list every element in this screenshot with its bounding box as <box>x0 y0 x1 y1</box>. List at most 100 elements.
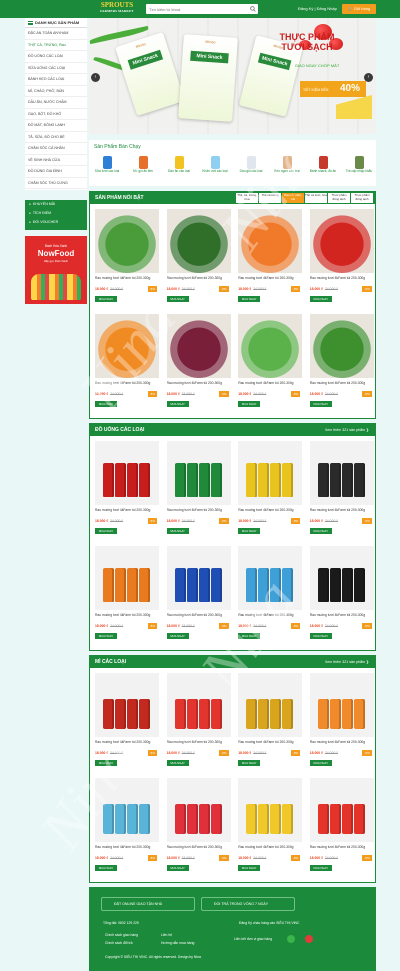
search-box[interactable] <box>146 4 258 14</box>
buy-now-button[interactable]: MUA NGAY <box>309 528 332 534</box>
product-name[interactable]: Rau muống tươi 4kFarm túi 200-300g <box>310 508 374 517</box>
product-image[interactable] <box>309 441 374 505</box>
product-name[interactable]: Rau muống tươi 4kFarm túi 200-300g <box>310 276 374 285</box>
bestseller-category[interactable]: Trà cấp nhập khẩu <box>345 156 373 174</box>
product-card[interactable]: Rau muống tươi 4kFarm túi 200-300g 18.000… <box>95 441 159 546</box>
bestseller-category[interactable]: Mì, gói ăn liền <box>129 156 157 174</box>
product-card[interactable]: Rau muống tươi 4kFarm túi 200-300g 18.000… <box>166 778 231 883</box>
product-image[interactable] <box>238 209 303 273</box>
buy-now-button[interactable]: MUA NGAY <box>238 296 261 302</box>
auth-links[interactable]: Đăng Ký | Đăng Nhập <box>298 6 337 11</box>
footer-delivery-button[interactable]: ĐẶT ONLINE GIAO TẬN NHÀ <box>101 897 195 911</box>
product-image[interactable] <box>95 441 159 505</box>
buy-now-button[interactable]: MUA NGAY <box>238 528 261 534</box>
promo-doi-voucher[interactable]: ĐỔI VOUCHER <box>25 218 87 227</box>
product-card[interactable]: Rau muống tươi 4kFarm túi 200-300g 18.000… <box>95 209 159 314</box>
product-card[interactable]: Rau muống tươi 4kFarm túi 200-300g 18.000… <box>95 546 159 651</box>
product-image[interactable] <box>95 209 159 273</box>
section-tab[interactable]: Thịt cá trứng <box>259 193 281 203</box>
product-name[interactable]: Rau muống tươi 4kFarm túi 200-300g <box>238 845 302 854</box>
banner-next-arrow[interactable]: › <box>364 73 373 82</box>
product-image[interactable] <box>238 441 303 505</box>
product-card[interactable]: Rau muống tươi 4kFarm túi 200-300g 18.000… <box>309 314 374 419</box>
product-image[interactable] <box>166 314 231 378</box>
product-name[interactable]: Rau muống tươi 4kFarm túi 200-300g <box>95 740 159 749</box>
product-card[interactable]: Rau muống tươi 4kFarm túi 200-300g 18.000… <box>309 209 374 314</box>
section-tab[interactable]: Rau củ, nấm, trái <box>282 193 304 203</box>
buy-now-button[interactable]: MUA NGAY <box>309 633 332 639</box>
product-name[interactable]: Rau muống tươi 4kFarm túi 200-300g <box>95 613 159 622</box>
product-image[interactable] <box>309 673 374 737</box>
bestseller-category[interactable]: Khăn ướt các loại <box>201 156 229 174</box>
buy-now-button[interactable]: MUA NGAY <box>95 296 117 302</box>
footer-link-contact[interactable]: Liên hệ <box>161 933 172 937</box>
product-card[interactable]: Rau muống tươi 4kFarm túi 200-300g 18.000… <box>166 209 231 314</box>
product-image[interactable] <box>238 673 303 737</box>
phone-icon[interactable] <box>287 935 295 943</box>
product-card[interactable]: Rau muống tươi 4kFarm túi 200-300g 18.000… <box>309 546 374 651</box>
buy-now-button[interactable]: MUA NGAY <box>309 760 332 766</box>
buy-now-button[interactable]: MUA NGAY <box>238 865 261 871</box>
product-card[interactable]: Rau muống tươi 4kFarm túi 200-300g 18.000… <box>238 546 303 651</box>
nowfood-ad[interactable]: Bách Hóa Xanh NowFood Hãy gọi, thật nhan… <box>25 236 87 304</box>
sidebar-item[interactable]: TÃ, SỮA, ĐỒ CHO BÉ <box>25 132 87 143</box>
sidebar-item[interactable]: CHĂM SÓC THÚ CƯNG <box>25 178 87 189</box>
footer-link-guide[interactable]: Hướng dẫn mua hàng <box>161 941 194 945</box>
product-image[interactable] <box>166 209 231 273</box>
product-card[interactable]: Rau muống tươi 4kFarm túi 200-300g 18.000… <box>166 314 231 419</box>
product-name[interactable]: Rau muống tươi 4kFarm túi 200-300g <box>238 740 302 749</box>
buy-now-button[interactable]: MUA NGAY <box>238 633 261 639</box>
sidebar-item[interactable]: SỮA UỐNG CÁC LOẠI <box>25 63 87 74</box>
buy-now-button[interactable]: MUA NGAY <box>309 865 332 871</box>
promo-tich-diem[interactable]: TÍCH ĐIỂM <box>25 209 87 218</box>
product-image[interactable] <box>166 441 231 505</box>
product-name[interactable]: Rau muống tươi 4kFarm túi 200-300g <box>95 381 159 390</box>
product-name[interactable]: Rau muống tươi 4kFarm túi 200-300g <box>167 381 231 390</box>
product-name[interactable]: Rau muống tươi 4kFarm túi 200-300g <box>310 740 374 749</box>
product-name[interactable]: Rau muống tươi 4kFarm túi 200-300g <box>95 276 159 285</box>
buy-now-button[interactable]: MUA NGAY <box>166 528 189 534</box>
product-name[interactable]: Rau muống tươi 4kFarm túi 200-300g <box>238 381 302 390</box>
sidebar-item[interactable]: ĐỒ DÙNG GIA ĐÌNH <box>25 166 87 178</box>
bestseller-category[interactable]: Dầu ăn các loại <box>165 156 193 174</box>
footer-link-returns[interactable]: Chính sách đổi trả <box>105 941 133 945</box>
product-name[interactable]: Rau muống tươi 4kFarm túi 200-300g <box>238 508 302 517</box>
site-logo[interactable]: SPROUTS FARMERS MARKET <box>93 2 141 16</box>
product-name[interactable]: Rau muống tươi 4kFarm túi 200-300g <box>95 508 159 517</box>
sidebar-item[interactable]: VỆ SINH NHÀ CỬA <box>25 155 87 166</box>
product-image[interactable] <box>95 673 159 737</box>
product-image[interactable] <box>309 314 374 378</box>
product-name[interactable]: Rau muống tươi 4kFarm túi 200-300g <box>167 276 231 285</box>
product-card[interactable]: Rau muống tươi 4kFarm túi 200-300g 18.000… <box>95 314 159 419</box>
product-card[interactable]: Rau muống tươi 4kFarm túi 200-300g 18.000… <box>238 778 303 883</box>
delivery-partner-icon[interactable] <box>305 935 313 943</box>
product-name[interactable]: Rau muống tươi 4kFarm túi 200-300g <box>310 381 374 390</box>
bestseller-category[interactable]: Dầu gội các loại <box>237 156 265 174</box>
search-input[interactable] <box>146 4 246 14</box>
buy-now-button[interactable]: MUA NGAY <box>166 633 189 639</box>
banner-prev-arrow[interactable]: ‹ <box>91 73 100 82</box>
sidebar-item[interactable]: ĐỒ MÁT, ĐÔNG LẠNH <box>25 120 87 132</box>
search-icon[interactable] <box>250 6 256 12</box>
section-tab[interactable]: Thịt, cá, trứng, hoa <box>236 193 258 203</box>
buy-now-button[interactable]: MUA NGAY <box>166 865 189 871</box>
product-card[interactable]: Rau muống tươi 4kFarm túi 200-300g 18.000… <box>238 314 303 419</box>
product-image[interactable] <box>166 546 231 610</box>
footer-hotline[interactable]: Tổng đài: 0832 129 225 <box>103 921 139 925</box>
sidebar-item[interactable]: MÌ, CHÁO, PHỞ, BÚN <box>25 86 87 97</box>
product-name[interactable]: Rau muống tươi 4kFarm túi 200-300g <box>238 613 302 622</box>
sidebar-item[interactable]: GẠO, BỘT, ĐỒ KHÔ <box>25 109 87 120</box>
product-name[interactable]: Rau muống tươi 4kFarm túi 200-300g <box>95 845 159 854</box>
product-name[interactable]: Rau muống tươi 4kFarm túi 200-300g <box>167 613 231 622</box>
product-image[interactable] <box>166 778 231 842</box>
buy-now-button[interactable]: MUA NGAY <box>95 760 117 766</box>
buy-now-button[interactable]: MUA NGAY <box>95 865 117 871</box>
product-image[interactable] <box>238 546 303 610</box>
sidebar-item[interactable]: CHĂM SÓC CÁ NHÂN <box>25 143 87 155</box>
sidebar-item[interactable]: THỊT CÁ, TRỨNG, Rau <box>25 40 87 51</box>
product-name[interactable]: Rau muống tươi 4kFarm túi 200-300g <box>167 845 231 854</box>
sidebar-item[interactable]: ĐỒ UỐNG CÁC LOẠI <box>25 51 87 63</box>
cart-button[interactable]: 🛒 Giỏ hàng <box>342 4 376 14</box>
product-image[interactable] <box>95 314 159 378</box>
product-card[interactable]: Rau muống tươi 4kFarm túi 200-300g 18.000… <box>309 778 374 883</box>
